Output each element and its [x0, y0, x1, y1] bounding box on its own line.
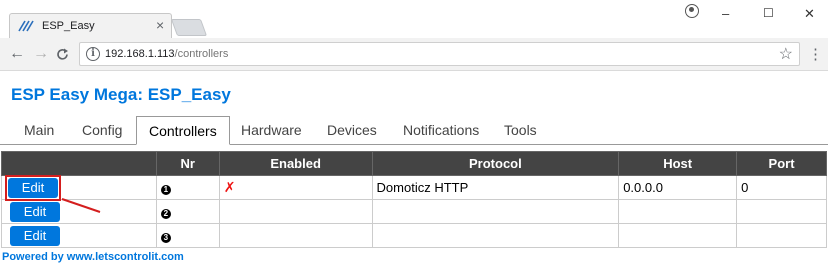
nr-cell: 1	[155, 175, 220, 200]
edit-cell: Edit	[1, 199, 157, 224]
enabled-cell: ✗	[218, 175, 373, 200]
browser-toolbar: ← → i 192.168.1.113/controllers ☆ ⋮	[0, 38, 828, 71]
edit-cell: Edit	[1, 174, 157, 201]
browser-tab[interactable]: ESP_Easy ×	[9, 13, 172, 38]
edit-highlight: Edit	[5, 174, 61, 201]
table-header-row: Nr Enabled Protocol Host Port	[1, 151, 827, 176]
nr-cell: 3	[155, 223, 220, 248]
back-button[interactable]: ←	[9, 45, 25, 63]
nr-badge: 2	[160, 209, 171, 219]
esp-favicon-icon	[18, 20, 34, 32]
tab-close-icon[interactable]: ×	[156, 17, 164, 33]
header-port: Port	[736, 151, 827, 176]
url-host: 192.168.1.113	[105, 48, 175, 60]
header-protocol: Protocol	[371, 151, 620, 176]
page-title: ESP Easy Mega: ESP_Easy	[11, 85, 231, 104]
protocol-cell	[371, 223, 620, 248]
url-text: 192.168.1.113/controllers	[105, 48, 228, 60]
header-host: Host	[618, 151, 738, 176]
tab-devices[interactable]: Devices	[327, 122, 377, 138]
table-row: Edit 2	[1, 199, 827, 224]
bookmark-star-icon[interactable]: ☆	[779, 44, 793, 64]
host-cell	[618, 223, 738, 248]
disabled-cross-icon: ✗	[223, 179, 236, 195]
close-window-button[interactable]: ✕	[804, 6, 815, 22]
enabled-cell	[218, 199, 373, 224]
profile-icon[interactable]	[685, 4, 699, 18]
info-icon[interactable]: i	[86, 47, 100, 61]
tab-notifications[interactable]: Notifications	[403, 122, 479, 138]
table-row: Edit 3	[1, 223, 827, 248]
browser-tabstrip: ESP_Easy × – ☐ ✕	[0, 0, 828, 38]
url-path: /controllers	[174, 48, 229, 60]
host-cell: 0.0.0.0	[618, 175, 738, 200]
header-edit	[1, 151, 157, 176]
protocol-cell: Domoticz HTTP	[371, 175, 620, 200]
main-nav: Main Config Controllers Hardware Devices…	[0, 116, 828, 145]
minimize-button[interactable]: –	[722, 6, 729, 21]
address-bar[interactable]: i 192.168.1.113/controllers ☆	[79, 42, 800, 66]
table-row: Edit 1 ✗ Domoticz HTTP 0.0.0.0 0	[1, 174, 827, 201]
tab-hardware[interactable]: Hardware	[241, 122, 302, 138]
tab-controllers[interactable]: Controllers	[136, 116, 230, 145]
protocol-cell	[371, 199, 620, 224]
reload-icon[interactable]	[56, 48, 69, 61]
browser-menu-icon[interactable]: ⋮	[808, 45, 823, 63]
edit-button[interactable]: Edit	[10, 201, 60, 222]
tab-title: ESP_Easy	[42, 20, 95, 32]
forward-button[interactable]: →	[33, 45, 49, 63]
restore-button[interactable]: ☐	[763, 6, 774, 20]
controllers-table: Nr Enabled Protocol Host Port Edit 1 ✗ D…	[1, 151, 827, 248]
port-cell: 0	[736, 175, 827, 200]
port-cell	[736, 223, 827, 248]
port-cell	[736, 199, 827, 224]
enabled-cell	[218, 223, 373, 248]
header-nr: Nr	[155, 151, 220, 176]
nr-cell: 2	[155, 199, 220, 224]
tab-tools[interactable]: Tools	[504, 122, 537, 138]
header-enabled: Enabled	[218, 151, 373, 176]
edit-cell: Edit	[1, 223, 157, 248]
host-cell	[618, 199, 738, 224]
nr-badge: 3	[160, 233, 171, 243]
nr-badge: 1	[160, 185, 171, 195]
tab-config[interactable]: Config	[82, 122, 122, 138]
footer-link[interactable]: Powered by www.letscontrolit.com	[2, 251, 184, 263]
edit-button[interactable]: Edit	[8, 177, 58, 198]
tab-main[interactable]: Main	[24, 122, 54, 138]
edit-button[interactable]: Edit	[10, 225, 60, 246]
new-tab-button[interactable]	[170, 19, 208, 36]
